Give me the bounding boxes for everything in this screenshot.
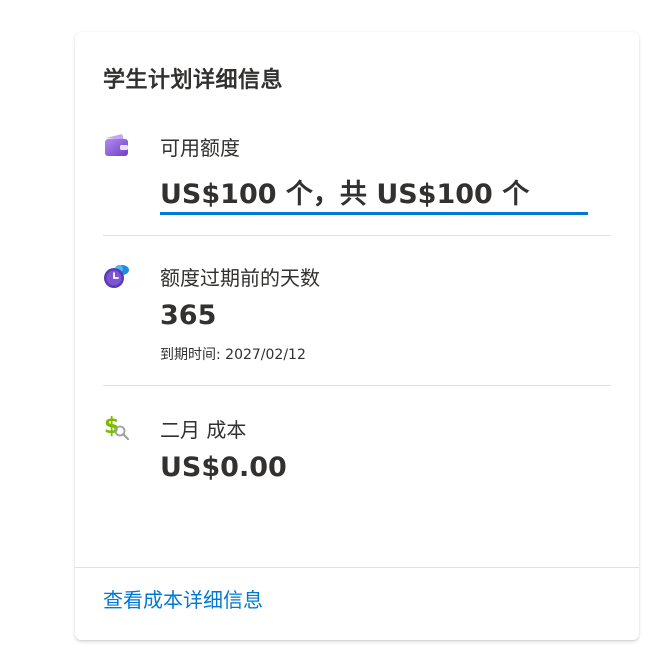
view-cost-details-link[interactable]: 查看成本详细信息 — [103, 584, 263, 613]
credit-value: US$100 个，共 US$100 个 — [160, 179, 530, 210]
footer-divider — [75, 567, 639, 568]
credit-section: 可用额度 US$100 个，共 US$100 个 — [103, 128, 611, 218]
card-title: 学生计划详细信息 — [103, 68, 284, 93]
cost-value: US$0.00 — [160, 452, 287, 483]
cost-section: $ 二月 成本 US$0.00 — [103, 410, 611, 500]
expiry-days-value: 365 — [160, 300, 217, 331]
dollar-search-icon: $ — [103, 412, 131, 441]
expiry-section: 额度过期前的天数 365 到期时间: 2027/02/12 — [103, 258, 611, 368]
divider — [103, 385, 611, 386]
cloud-clock-icon — [103, 262, 131, 290]
divider — [103, 235, 611, 236]
cost-label: 二月 成本 — [160, 418, 247, 442]
wallet-icon — [103, 132, 131, 160]
credit-focus-underline — [160, 212, 588, 215]
credit-label: 可用额度 — [160, 136, 240, 160]
student-plan-card: 学生计划详细信息 可用额度 US$100 个，共 US$100 个 额度过期前的… — [75, 32, 639, 640]
expiry-label: 额度过期前的天数 — [160, 266, 320, 290]
expiry-date: 到期时间: 2027/02/12 — [160, 347, 306, 363]
